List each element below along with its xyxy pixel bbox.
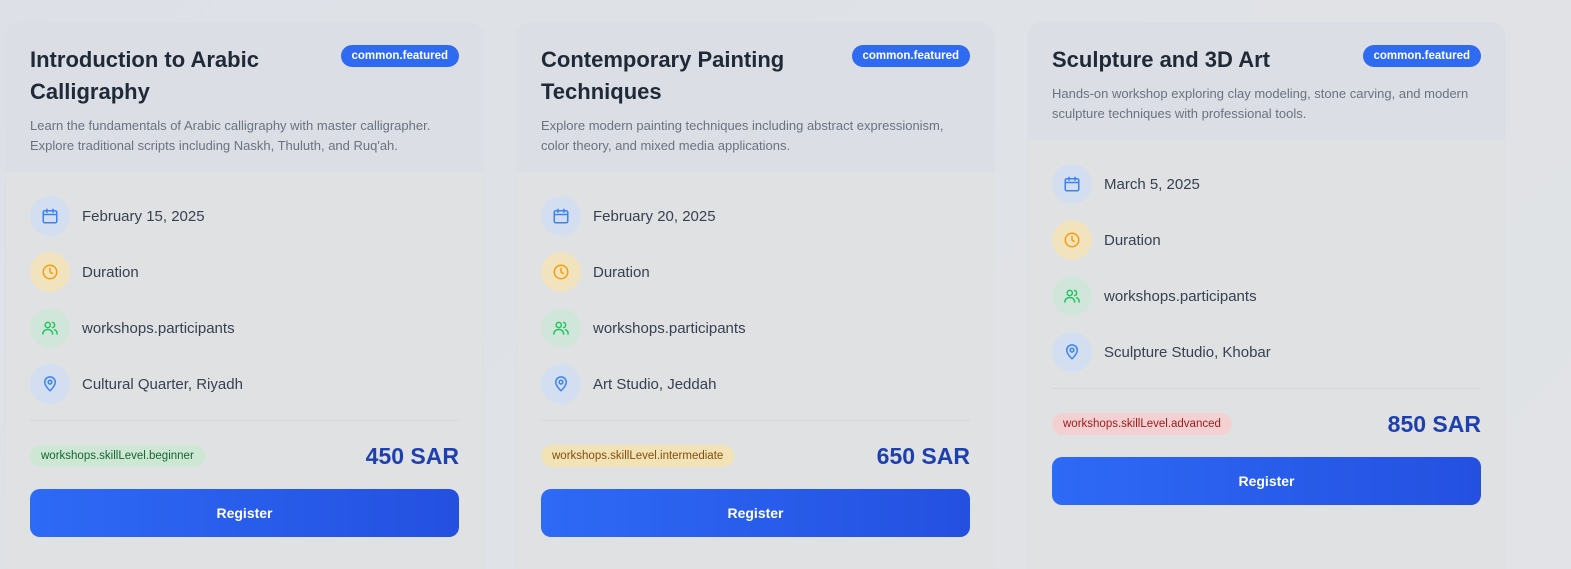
map-pin-icon xyxy=(1052,332,1092,372)
card-body: March 5, 2025 Duration workshops.partici… xyxy=(1028,140,1505,505)
price-row: workshops.skillLevel.advanced 850 SAR xyxy=(1052,409,1481,439)
map-pin-icon xyxy=(30,364,70,404)
duration-text: Duration xyxy=(1104,231,1161,249)
price-row: workshops.skillLevel.beginner 450 SAR xyxy=(30,441,459,471)
date-text: February 20, 2025 xyxy=(593,207,716,225)
clock-icon xyxy=(541,252,581,292)
skill-level-badge: workshops.skillLevel.intermediate xyxy=(541,445,735,467)
duration-text: Duration xyxy=(593,263,650,281)
register-button[interactable]: Register xyxy=(541,489,970,537)
skill-level-badge: workshops.skillLevel.beginner xyxy=(30,445,205,467)
date-text: February 15, 2025 xyxy=(82,207,205,225)
divider xyxy=(541,420,970,421)
card-header: Introduction to Arabic Calligraphy commo… xyxy=(6,22,483,172)
participants-text: workshops.participants xyxy=(82,319,235,337)
workshop-card-painting: Contemporary Painting Techniques common.… xyxy=(517,22,994,569)
date-row: February 20, 2025 xyxy=(541,196,970,236)
participants-text: workshops.participants xyxy=(593,319,746,337)
divider xyxy=(1052,388,1481,389)
clock-icon xyxy=(30,252,70,292)
price: 650 SAR xyxy=(876,442,970,469)
card-description: Explore modern painting techniques inclu… xyxy=(541,118,944,153)
duration-text: Duration xyxy=(82,263,139,281)
participants-row: workshops.participants xyxy=(30,308,459,348)
users-icon xyxy=(1052,276,1092,316)
card-body: February 20, 2025 Duration workshops.par… xyxy=(517,172,994,537)
location-text: Sculpture Studio, Khobar xyxy=(1104,343,1271,361)
card-title: Introduction to Arabic Calligraphy xyxy=(30,47,259,104)
price: 450 SAR xyxy=(365,442,459,469)
participants-row: workshops.participants xyxy=(541,308,970,348)
map-pin-icon xyxy=(541,364,581,404)
featured-badge: common.featured xyxy=(1362,45,1481,67)
date-row: March 5, 2025 xyxy=(1052,164,1481,204)
location-text: Art Studio, Jeddah xyxy=(593,375,717,393)
card-header: Contemporary Painting Techniques common.… xyxy=(517,22,994,172)
location-row: Art Studio, Jeddah xyxy=(541,364,970,404)
location-text: Cultural Quarter, Riyadh xyxy=(82,375,243,393)
location-row: Cultural Quarter, Riyadh xyxy=(30,364,459,404)
duration-row: Duration xyxy=(1052,220,1481,260)
calendar-icon xyxy=(541,196,581,236)
participants-row: workshops.participants xyxy=(1052,276,1481,316)
card-description: Hands-on workshop exploring clay modelin… xyxy=(1052,86,1469,121)
card-title: Sculpture and 3D Art xyxy=(1052,47,1270,72)
date-text: March 5, 2025 xyxy=(1104,175,1200,193)
calendar-icon xyxy=(1052,164,1092,204)
duration-row: Duration xyxy=(541,252,970,292)
participants-text: workshops.participants xyxy=(1104,287,1257,305)
divider xyxy=(30,420,459,421)
date-row: February 15, 2025 xyxy=(30,196,459,236)
duration-row: Duration xyxy=(30,252,459,292)
calendar-icon xyxy=(30,196,70,236)
price: 850 SAR xyxy=(1387,410,1481,437)
card-title: Contemporary Painting Techniques xyxy=(541,47,785,104)
clock-icon xyxy=(1052,220,1092,260)
users-icon xyxy=(541,308,581,348)
workshop-card-calligraphy: Introduction to Arabic Calligraphy commo… xyxy=(6,22,483,569)
card-header: Sculpture and 3D Art common.featured Han… xyxy=(1028,22,1505,140)
skill-level-badge: workshops.skillLevel.advanced xyxy=(1052,413,1232,435)
register-button[interactable]: Register xyxy=(1052,457,1481,505)
featured-badge: common.featured xyxy=(340,45,459,67)
location-row: Sculpture Studio, Khobar xyxy=(1052,332,1481,372)
card-body: February 15, 2025 Duration workshops.par… xyxy=(6,172,483,537)
register-button[interactable]: Register xyxy=(30,489,459,537)
featured-badge: common.featured xyxy=(851,45,970,67)
card-description: Learn the fundamentals of Arabic calligr… xyxy=(30,118,431,153)
price-row: workshops.skillLevel.intermediate 650 SA… xyxy=(541,441,970,471)
workshop-card-sculpture: Sculpture and 3D Art common.featured Han… xyxy=(1028,22,1505,569)
users-icon xyxy=(30,308,70,348)
